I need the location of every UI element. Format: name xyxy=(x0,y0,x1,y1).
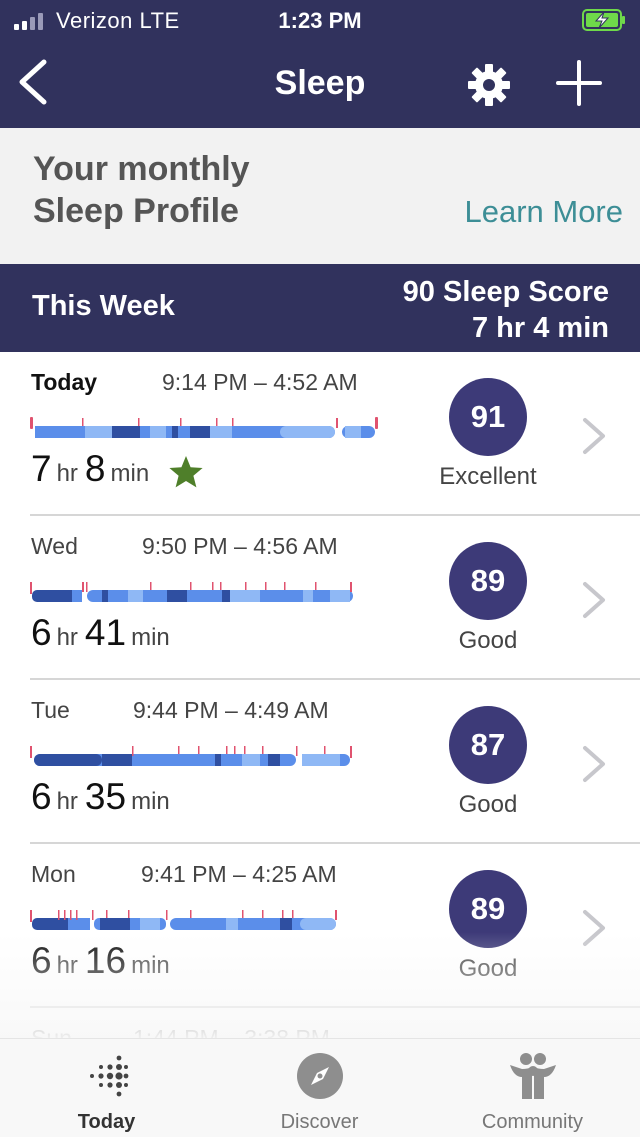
sleep-score-rating: Excellent xyxy=(439,463,537,490)
tab-label: Today xyxy=(77,1111,136,1133)
duration-minutes: 35 xyxy=(84,776,127,817)
day-label: Tue xyxy=(31,697,70,723)
duration-hours: 7 xyxy=(31,448,52,489)
sleep-duration: 6 hr 16 min xyxy=(31,940,177,982)
fitbit-dots-icon xyxy=(90,1055,129,1097)
week-sleep-score: 90 Sleep Score xyxy=(402,276,609,308)
duration-minutes: 8 xyxy=(84,448,106,489)
minutes-unit: min xyxy=(131,788,170,815)
sleep-duration: 7 hr 8 min xyxy=(31,448,156,490)
learn-more-link[interactable]: Learn More xyxy=(464,194,623,230)
status-bar: Verizon LTE 1:23 PM xyxy=(0,0,640,40)
compass-icon xyxy=(297,1053,343,1099)
tab-community[interactable]: Community xyxy=(426,1039,639,1137)
tab-label: Community xyxy=(481,1111,584,1133)
tab-label: Discover xyxy=(280,1111,359,1133)
chevron-right-icon[interactable] xyxy=(580,416,608,456)
sleep-log-row[interactable]: Tue 9:44 PM – 4:49 AM 6 hr 35 min 87 Good xyxy=(0,680,640,844)
duration-hours: 6 xyxy=(31,940,52,981)
hours-unit: hr xyxy=(56,460,78,487)
time-range: 9:50 PM – 4:56 AM xyxy=(142,533,338,559)
sleep-log-list: Today 9:14 PM – 4:52 AM 7 hr 8 min 91 Ex… xyxy=(0,352,640,1038)
time-range: 9:44 PM – 4:49 AM xyxy=(133,697,329,723)
week-score: 90 Sleep Score 7 hr 4 min xyxy=(403,274,609,346)
star-icon xyxy=(169,456,203,488)
duration-minutes: 16 xyxy=(84,940,127,981)
sleep-profile-banner[interactable]: Your monthly Sleep Profile Learn More xyxy=(0,128,640,264)
sleep-score-badge: 89 xyxy=(449,870,527,948)
duration-hours: 6 xyxy=(31,612,52,653)
sleep-score-badge: 87 xyxy=(449,706,527,784)
time-range: 1:44 PM – 3:38 PM xyxy=(133,1025,330,1038)
hours-unit: hr xyxy=(56,624,78,651)
sleep-score-rating: Good xyxy=(458,791,518,818)
sleep-score-rating: Good xyxy=(458,627,518,654)
gear-icon[interactable] xyxy=(466,62,512,108)
profile-title-line1: Your monthly xyxy=(33,150,250,188)
sleep-log-row[interactable]: Wed 9:50 PM – 4:56 AM 6 hr 41 min 89 Goo… xyxy=(0,516,640,680)
status-time: 1:23 PM xyxy=(278,8,362,33)
week-sleep-duration: 7 hr 4 min xyxy=(472,312,609,344)
tab-bar: Today Discover Community xyxy=(0,1038,640,1137)
duration-hours: 6 xyxy=(31,776,52,817)
minutes-unit: min xyxy=(110,460,150,487)
day-label: Today xyxy=(31,369,98,395)
sleep-score-badge: 91 xyxy=(449,378,527,456)
sleep-score-badge: 89 xyxy=(449,542,527,620)
page-title: Sleep xyxy=(274,64,366,102)
sleep-score-rating: Good xyxy=(458,955,518,982)
sleep-duration: 6 hr 41 min xyxy=(31,612,177,654)
profile-title-line2: Sleep Profile xyxy=(33,192,239,230)
day-label: Wed xyxy=(31,533,78,559)
sleep-log-row[interactable]: Mon 9:41 PM – 4:25 AM 6 hr 16 min 89 Goo… xyxy=(0,844,640,1008)
battery-charging-icon xyxy=(582,9,625,31)
people-icon xyxy=(510,1053,556,1099)
duration-minutes: 41 xyxy=(84,612,127,653)
minutes-unit: min xyxy=(131,624,170,651)
day-label: Sun xyxy=(31,1025,72,1038)
tab-today[interactable]: Today xyxy=(0,1039,213,1137)
day-label: Mon xyxy=(31,861,76,887)
sleep-log-row[interactable]: Today 9:14 PM – 4:52 AM 7 hr 8 min 91 Ex… xyxy=(0,352,640,516)
chevron-right-icon[interactable] xyxy=(580,744,608,784)
top-bar: Verizon LTE 1:23 PM Sleep xyxy=(0,0,640,128)
tab-discover[interactable]: Discover xyxy=(213,1039,426,1137)
chevron-right-icon[interactable] xyxy=(580,580,608,620)
time-range: 9:14 PM – 4:52 AM xyxy=(162,369,358,395)
time-range: 9:41 PM – 4:25 AM xyxy=(141,861,337,887)
hours-unit: hr xyxy=(56,952,78,979)
sleep-log-row[interactable]: Sun 1:44 PM – 3:38 PM xyxy=(0,1008,640,1038)
sleep-profile-title: Your monthly Sleep Profile xyxy=(33,148,250,232)
hours-unit: hr xyxy=(56,788,78,815)
sleep-stages-bar xyxy=(30,417,378,438)
week-summary-header: This Week 90 Sleep Score 7 hr 4 min xyxy=(0,264,640,352)
sleep-stages-bar xyxy=(30,746,352,766)
add-icon[interactable] xyxy=(556,60,602,106)
sleep-stages-bar xyxy=(30,910,337,930)
chevron-right-icon[interactable] xyxy=(580,908,608,948)
minutes-unit: min xyxy=(131,952,170,979)
sleep-duration: 6 hr 35 min xyxy=(31,776,177,818)
week-title: This Week xyxy=(32,290,175,322)
sleep-stages-bar xyxy=(30,582,353,602)
